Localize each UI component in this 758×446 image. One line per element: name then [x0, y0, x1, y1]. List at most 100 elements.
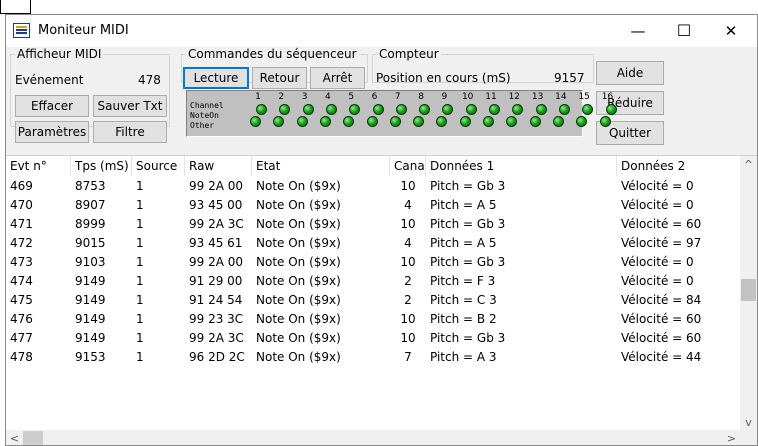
table-cell: 93 45 00	[189, 198, 243, 212]
event-table[interactable]: Evt n° Tps (mS) Source Raw Etat Canal Données …	[6, 155, 757, 445]
table-cell: Vélocité = 60	[621, 331, 702, 345]
scroll-left-icon[interactable]: <	[6, 430, 23, 445]
channel-number-6: 6	[371, 92, 378, 102]
channel-number-11: 11	[485, 92, 497, 102]
other-led-channel-11	[483, 116, 494, 127]
table-cell: Vélocité = 0	[621, 179, 694, 193]
table-cell: Note On ($9x)	[256, 217, 341, 231]
aide-button[interactable]: Aide	[596, 61, 664, 85]
table-cell: 1	[136, 350, 144, 364]
scroll-down-icon[interactable]: v	[740, 414, 757, 431]
table-cell: 9015	[75, 236, 106, 250]
background-window-edge	[0, 0, 31, 14]
other-led-channel-10	[459, 116, 471, 127]
table-row[interactable]: 478 9153 1 96 2D 2C Note On ($9x) 7 Pitch = A …	[6, 348, 743, 367]
channel-number-13: 13	[531, 92, 544, 102]
scroll-up-icon[interactable]: ^	[740, 156, 757, 173]
noteon-led-channel-10	[465, 104, 477, 115]
noteon-led-channel-9	[442, 104, 454, 115]
column-header-4[interactable]: Etat	[252, 156, 390, 176]
noteon-led-channel-8	[419, 104, 431, 115]
table-cell: 8999	[75, 217, 106, 231]
table-cell: 7	[404, 350, 412, 364]
channel-number-3: 3	[301, 92, 308, 102]
vertical-scroll-thumb[interactable]	[741, 279, 756, 301]
noteon-led-channel-5	[349, 104, 361, 115]
table-cell: Note On ($9x)	[256, 293, 341, 307]
horizontal-scrollbar[interactable]: < >	[6, 430, 757, 445]
table-cell: 10	[400, 331, 416, 345]
channel-number-12: 12	[508, 92, 521, 102]
table-cell: 9149	[75, 274, 106, 288]
table-cell: 475	[10, 293, 33, 307]
other-row-label: Other	[190, 121, 215, 130]
noteon-led-channel-14	[558, 104, 570, 115]
table-cell: 1	[136, 331, 144, 345]
table-row[interactable]: 475 9149 1 91 24 54 Note On ($9x) 2 Pitch = C …	[6, 291, 743, 310]
other-led-channel-1	[250, 116, 261, 127]
arret-button[interactable]: Arrêt	[310, 67, 365, 89]
table-cell: 2	[404, 274, 412, 288]
channel-number-5: 5	[348, 92, 355, 102]
table-row[interactable]: 472 9015 1 93 45 61 Note On ($9x) 4 Pitch = A …	[6, 234, 743, 253]
column-header-5[interactable]: Canal	[390, 156, 426, 176]
other-led-channel-4	[319, 116, 331, 127]
table-row[interactable]: 471 8999 1 99 2A 3C Note On ($9x) 10 Pitch = G…	[6, 215, 743, 234]
noteon-led-channel-6	[372, 104, 384, 115]
maximize-button[interactable]: ☐	[661, 15, 707, 47]
column-header-3[interactable]: Raw	[185, 156, 252, 176]
table-row[interactable]: 473 9103 1 99 2A 00 Note On ($9x) 10 Pitch = G…	[6, 253, 743, 272]
channel-number-4: 4	[325, 92, 331, 102]
sauver-txt-button[interactable]: Sauver Txt	[93, 95, 167, 117]
table-cell: Pitch = C 3	[430, 293, 497, 307]
table-cell: Pitch = Gb 3	[430, 331, 506, 345]
table-row[interactable]: 477 9149 1 99 2A 3C Note On ($9x) 10 Pitch = G…	[6, 329, 743, 348]
column-header-7[interactable]: Données 2	[617, 156, 743, 176]
horizontal-scroll-thumb[interactable]	[23, 431, 43, 445]
retour-button[interactable]: Retour	[252, 67, 307, 89]
close-button[interactable]: ✕	[708, 15, 754, 47]
table-row[interactable]: 470 8907 1 93 45 00 Note On ($9x) 4 Pitch = A …	[6, 196, 743, 215]
table-cell: 1	[136, 217, 144, 231]
counter-legend: Compteur	[379, 47, 439, 61]
parametres-button[interactable]: Paramètres	[15, 121, 89, 143]
table-cell: Note On ($9x)	[256, 274, 341, 288]
table-cell: 1	[136, 312, 144, 326]
channel-number-8: 8	[418, 92, 424, 102]
other-led-channel-7	[389, 116, 401, 127]
noteon-led-channel-4	[325, 104, 337, 115]
table-cell: Vélocité = 60	[621, 312, 702, 326]
table-cell: 478	[10, 350, 33, 364]
column-header-2[interactable]: Source	[132, 156, 185, 176]
lecture-button[interactable]: Lecture	[183, 67, 249, 89]
filtre-button[interactable]: Filtre	[93, 121, 167, 143]
table-cell: Pitch = Gb 3	[430, 255, 506, 269]
table-row[interactable]: 474 9149 1 91 29 00 Note On ($9x) 2 Pitch = F …	[6, 272, 743, 291]
title-bar[interactable]: Moniteur MIDI — ☐ ✕	[6, 15, 757, 47]
table-cell: 9149	[75, 293, 106, 307]
table-cell: 474	[10, 274, 33, 288]
table-row[interactable]: 469 8753 1 99 2A 00 Note On ($9x) 10 Pitch = G…	[6, 177, 743, 196]
noteon-led-channel-7	[395, 104, 407, 115]
table-row[interactable]: 476 9149 1 99 23 3C Note On ($9x) 10 Pitch = B…	[6, 310, 743, 329]
other-led-channel-2	[273, 116, 285, 127]
table-cell: Pitch = A 5	[430, 198, 497, 212]
table-cell: 10	[400, 255, 416, 269]
other-led-channel-8	[413, 116, 425, 127]
table-cell: 473	[10, 255, 33, 269]
table-cell: 99 23 3C	[189, 312, 244, 326]
table-cell: Vélocité = 0	[621, 255, 694, 269]
minimize-button[interactable]: —	[615, 15, 661, 47]
table-cell: 470	[10, 198, 33, 212]
column-header-1[interactable]: Tps (mS)	[71, 156, 132, 176]
column-header-0[interactable]: Evt n°	[6, 156, 71, 176]
table-cell: Note On ($9x)	[256, 312, 341, 326]
other-led-channel-12	[506, 116, 518, 127]
vertical-scrollbar[interactable]: ^ v	[740, 156, 757, 431]
effacer-button[interactable]: Effacer	[15, 95, 89, 117]
table-cell: 93 45 61	[189, 236, 243, 250]
other-led-channel-16	[599, 116, 611, 127]
column-header-6[interactable]: Données 1	[426, 156, 617, 176]
scroll-right-icon[interactable]: >	[723, 430, 740, 445]
table-cell: 477	[10, 331, 33, 345]
